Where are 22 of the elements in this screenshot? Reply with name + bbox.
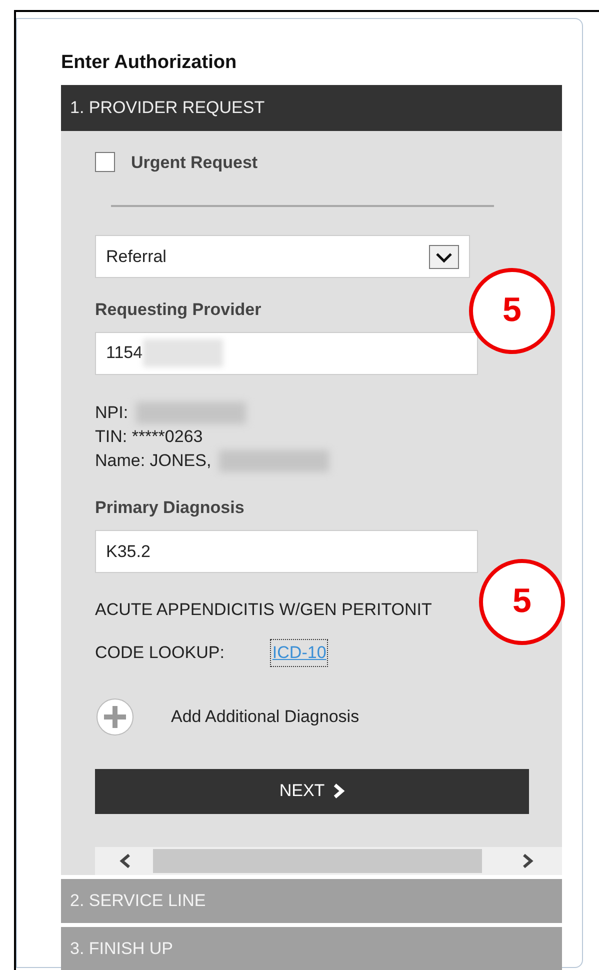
plus-icon[interactable] bbox=[95, 698, 135, 736]
horizontal-scrollbar[interactable] bbox=[95, 846, 562, 874]
callout-marker: 5 bbox=[469, 268, 555, 354]
checkbox-label: Urgent Request bbox=[131, 152, 258, 174]
urgent-checkbox[interactable] bbox=[95, 152, 115, 172]
field-label: Requesting Provider bbox=[95, 299, 262, 321]
provider-info-text: TIN: *****0263 bbox=[95, 426, 203, 448]
next-button[interactable]: NEXT bbox=[95, 768, 529, 814]
provider-field[interactable]: 1154 bbox=[95, 332, 478, 374]
code-lookup-label: CODE LOOKUP: bbox=[95, 642, 224, 664]
field-label: Primary Diagnosis bbox=[95, 496, 244, 519]
request-type-select[interactable]: Referral bbox=[95, 235, 470, 278]
chevron-right-icon bbox=[332, 783, 345, 799]
provider-info-text: Name: JONES, bbox=[95, 450, 212, 472]
diagnosis-description: ACUTE APPENDICITIS W/GEN PERITONIT bbox=[95, 599, 432, 621]
provider-info-text: NPI: bbox=[95, 402, 128, 424]
diagnosis-field[interactable]: K35.2 bbox=[95, 530, 478, 573]
form-title: Enter Authorization bbox=[61, 51, 238, 75]
callout-marker: 5 bbox=[479, 558, 565, 644]
scrollbar-thumb[interactable] bbox=[153, 848, 482, 872]
add-diagnosis-link[interactable]: Add Additional Diagnosis bbox=[171, 704, 360, 728]
section-header[interactable]: 1. PROVIDER REQUEST bbox=[61, 84, 562, 130]
